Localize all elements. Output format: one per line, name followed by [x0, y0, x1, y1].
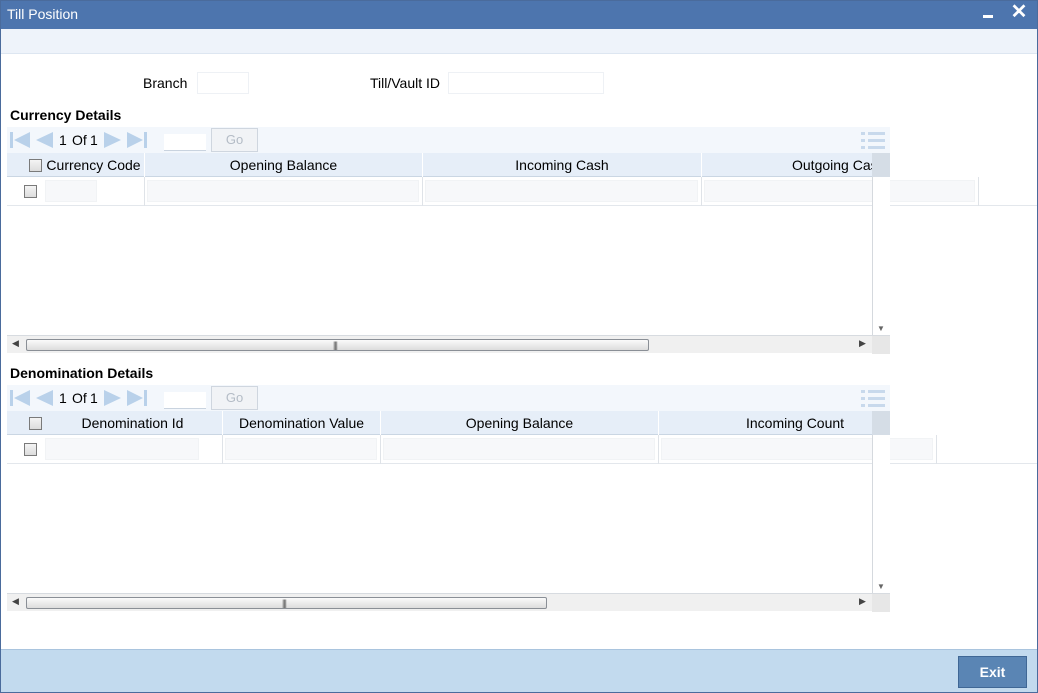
outgoing-cash-cell — [702, 177, 979, 206]
currency-code-cell — [43, 177, 145, 206]
scroll-down-arrow-icon[interactable]: ▼ — [877, 324, 885, 333]
opening-balance-cell — [145, 177, 423, 206]
column-header[interactable]: Currency Code — [43, 153, 145, 177]
previous-page-icon[interactable] — [33, 130, 55, 150]
column-header[interactable]: Incoming Cash — [423, 153, 702, 177]
vertical-scrollbar[interactable]: ▼ — [872, 177, 890, 335]
pager-of-label: Of — [72, 132, 87, 148]
denomination-value-input[interactable] — [225, 438, 377, 460]
header-scroll-cap — [872, 411, 890, 435]
list-view-icon[interactable] — [860, 130, 886, 152]
scroll-right-arrow-icon[interactable]: ▶ — [859, 596, 866, 607]
list-view-icon[interactable] — [860, 388, 886, 410]
horizontal-scrollbar[interactable]: ◀ ||| ▶ — [7, 335, 890, 354]
incoming-count-input[interactable] — [661, 438, 933, 460]
denomination-header-row: Denomination Id Denomination Value Openi… — [7, 411, 872, 435]
select-all-checkbox[interactable] — [29, 417, 42, 430]
denomination-value-cell — [223, 435, 381, 464]
scroll-grip-icon: ||| — [333, 340, 338, 350]
denomination-id-cell — [43, 435, 223, 464]
last-page-icon[interactable] — [126, 130, 148, 150]
denomination-details-grid: 1 Of 1 Go Denomination Id Denomination V… — [7, 385, 1037, 613]
opening-balance-cell — [381, 435, 659, 464]
select-all-checkbox[interactable] — [29, 159, 42, 172]
toolbar-strip — [1, 29, 1037, 54]
opening-balance-input[interactable] — [383, 438, 655, 460]
branch-label: Branch — [143, 75, 188, 91]
scrollbar-thumb[interactable]: ||| — [26, 339, 649, 351]
first-page-icon[interactable] — [9, 130, 31, 150]
exit-button[interactable]: Exit — [958, 656, 1027, 688]
scroll-left-arrow-icon[interactable]: ◀ — [12, 338, 19, 349]
row-select-cell — [7, 435, 43, 464]
scroll-down-arrow-icon[interactable]: ▼ — [877, 582, 885, 591]
opening-balance-input[interactable] — [147, 180, 419, 202]
row-select-cell — [7, 177, 43, 206]
next-page-icon[interactable] — [102, 388, 124, 408]
vertical-scrollbar[interactable]: ▼ — [872, 435, 890, 593]
column-header[interactable]: Opening Balance — [145, 153, 423, 177]
column-header[interactable]: Denomination Value — [223, 411, 381, 435]
column-header[interactable]: Incoming Count — [659, 411, 872, 435]
previous-page-icon[interactable] — [33, 388, 55, 408]
incoming-count-cell — [659, 435, 937, 464]
footer-bar: Exit — [1, 649, 1037, 692]
go-button[interactable]: Go — [211, 386, 258, 410]
minimize-icon[interactable] — [979, 3, 997, 25]
horizontal-scrollbar[interactable]: ◀ ||| ▶ — [7, 593, 890, 612]
scroll-right-arrow-icon[interactable]: ▶ — [859, 338, 866, 349]
close-icon[interactable]: ✕ — [1009, 1, 1029, 25]
pager-total-pages: 1 — [90, 390, 98, 406]
header-scroll-cap — [872, 153, 890, 177]
incoming-cash-input[interactable] — [425, 180, 698, 202]
overflow-cell — [937, 435, 1037, 464]
denomination-id-input[interactable] — [45, 438, 199, 460]
page-number-input[interactable] — [164, 392, 206, 409]
incoming-cash-cell — [423, 177, 702, 206]
go-button[interactable]: Go — [211, 128, 258, 152]
pager-of-label: Of — [72, 390, 87, 406]
window-title: Till Position — [7, 6, 79, 22]
till-vault-id-label: Till/Vault ID — [370, 75, 441, 91]
branch-field[interactable] — [197, 72, 249, 94]
currency-details-title: Currency Details — [10, 107, 122, 123]
pager-current-page: 1 — [59, 390, 67, 406]
currency-details-grid: 1 Of 1 Go Currency Code Opening Balance … — [7, 127, 1037, 355]
overflow-cell — [979, 177, 1037, 206]
page-number-input[interactable] — [164, 134, 206, 151]
title-bar: Till Position ✕ — [1, 1, 1037, 29]
outgoing-cash-input[interactable] — [704, 180, 975, 202]
pager-total-pages: 1 — [90, 132, 98, 148]
till-position-window: Till Position ✕ Branch Till/Vault ID Cur… — [0, 0, 1038, 693]
currency-code-input[interactable] — [45, 180, 97, 202]
currency-header-row: Currency Code Opening Balance Incoming C… — [7, 153, 872, 177]
scroll-left-arrow-icon[interactable]: ◀ — [12, 596, 19, 607]
till-vault-id-field[interactable] — [448, 72, 604, 94]
scrollbar-corner — [872, 336, 890, 354]
scroll-grip-icon: ||| — [282, 598, 287, 608]
column-header[interactable]: Denomination Id — [43, 411, 223, 435]
denomination-details-title: Denomination Details — [10, 365, 154, 381]
last-page-icon[interactable] — [126, 388, 148, 408]
currency-pager: 1 Of 1 Go — [7, 127, 890, 153]
first-page-icon[interactable] — [9, 388, 31, 408]
column-header[interactable]: Outgoing Cas — [702, 153, 872, 177]
column-header[interactable]: Opening Balance — [381, 411, 659, 435]
scrollbar-corner — [872, 594, 890, 612]
denomination-pager: 1 Of 1 Go — [7, 385, 890, 411]
scrollbar-thumb[interactable]: ||| — [26, 597, 547, 609]
pager-current-page: 1 — [59, 132, 67, 148]
next-page-icon[interactable] — [102, 130, 124, 150]
